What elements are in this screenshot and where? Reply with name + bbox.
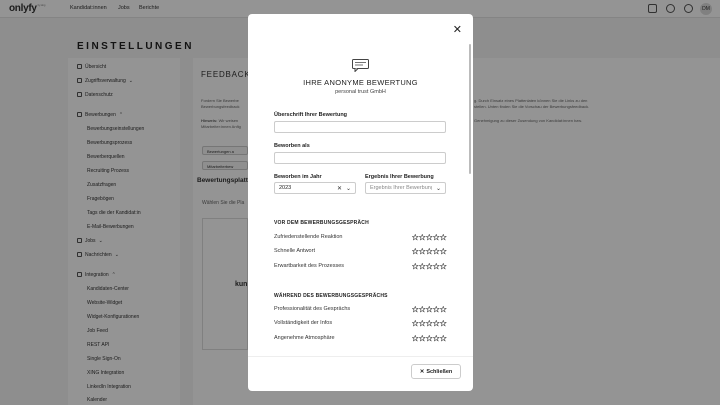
star-rating[interactable] (412, 234, 447, 241)
star-icon[interactable] (419, 248, 426, 255)
star-icon[interactable] (440, 234, 447, 241)
star-icon[interactable] (412, 234, 419, 241)
close-icon: ✕ (419, 368, 425, 375)
star-icon[interactable] (426, 234, 433, 241)
star-icon[interactable] (419, 335, 426, 342)
clear-icon[interactable]: ✕ (337, 185, 342, 192)
star-rating[interactable] (412, 306, 447, 313)
rating-label-predictability: Erwartbarkeit des Prozesses (274, 263, 344, 269)
star-icon[interactable] (433, 234, 440, 241)
rating-label-completeness: Vollständigkeit der Infos (274, 320, 333, 326)
company-name: personal trust GmbH (335, 89, 386, 95)
result-placeholder: Ergebnis Ihrer Bewerbung (370, 185, 432, 191)
modal-footer-divider (248, 356, 473, 357)
review-title-label: Überschrift Ihrer Bewertung (274, 112, 348, 118)
star-rating[interactable] (412, 248, 447, 255)
year-value: 2023 (279, 185, 292, 191)
star-icon[interactable] (412, 335, 419, 342)
year-select[interactable]: 2023 ✕ ⌄ (274, 182, 356, 194)
star-icon[interactable] (440, 335, 447, 342)
star-icon[interactable] (440, 248, 447, 255)
rating-label-atmosphere: Angenehme Atmosphäre (274, 335, 335, 341)
star-rating[interactable] (412, 335, 447, 342)
star-icon[interactable] (419, 234, 426, 241)
star-rating[interactable] (412, 320, 447, 327)
review-modal: ✕ IHRE ANONYME BEWERTUNG personal trust … (248, 14, 473, 391)
star-icon[interactable] (433, 263, 440, 270)
star-icon[interactable] (426, 248, 433, 255)
section-during-interview: WÄHREND DES BEWERBUNGSGESPRÄCHS (274, 293, 388, 299)
star-icon[interactable] (440, 306, 447, 313)
star-icon[interactable] (426, 263, 433, 270)
applied-as-label: Beworben als (274, 143, 310, 149)
star-icon[interactable] (433, 248, 440, 255)
star-icon[interactable] (412, 306, 419, 313)
rating-label-professionalism: Professionalität des Gesprächs (274, 306, 351, 312)
chevron-down-icon[interactable]: ⌄ (346, 185, 351, 192)
star-icon[interactable] (433, 306, 440, 313)
star-icon[interactable] (412, 248, 419, 255)
speech-bubble-icon (352, 59, 369, 72)
close-button-label: Schließen (426, 368, 453, 375)
close-icon[interactable]: ✕ (453, 23, 462, 36)
star-icon[interactable] (426, 335, 433, 342)
review-title-input[interactable] (274, 121, 446, 133)
star-icon[interactable] (433, 320, 440, 327)
star-icon[interactable] (412, 320, 419, 327)
applied-as-input[interactable] (274, 152, 446, 164)
close-button[interactable]: ✕ Schließen (411, 364, 461, 379)
year-label: Beworben im Jahr (274, 174, 322, 180)
star-icon[interactable] (440, 320, 447, 327)
chevron-down-icon[interactable]: ⌄ (436, 185, 441, 192)
rating-label-quick-answer: Schnelle Antwort (274, 248, 315, 254)
rating-label-reaction: Zufriedenstellende Reaktion (274, 234, 343, 240)
star-icon[interactable] (426, 306, 433, 313)
star-icon[interactable] (433, 335, 440, 342)
star-rating[interactable] (412, 263, 447, 270)
modal-scrollbar[interactable] (469, 44, 471, 174)
section-before-interview: VOR DEM BEWERBUNGSGESPRÄCH (274, 220, 369, 226)
star-icon[interactable] (419, 306, 426, 313)
star-icon[interactable] (419, 320, 426, 327)
modal-title: IHRE ANONYME BEWERTUNG (303, 78, 418, 87)
result-label: Ergebnis Ihrer Bewerbung (365, 174, 434, 180)
result-select[interactable]: Ergebnis Ihrer Bewerbung ⌄ (365, 182, 446, 194)
star-icon[interactable] (440, 263, 447, 270)
star-icon[interactable] (426, 320, 433, 327)
star-icon[interactable] (412, 263, 419, 270)
star-icon[interactable] (419, 263, 426, 270)
